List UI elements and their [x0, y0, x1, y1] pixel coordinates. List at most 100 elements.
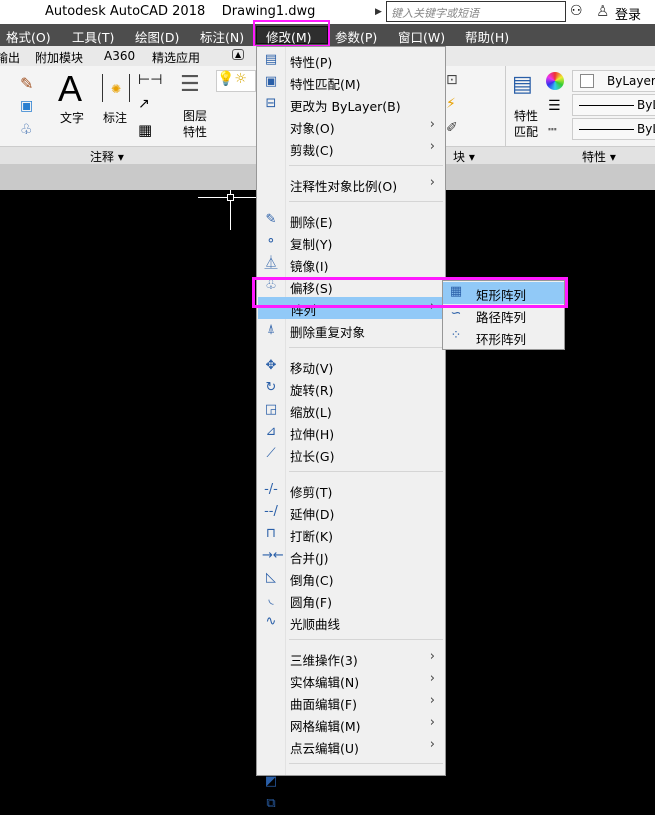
chevron-right-icon: ›	[429, 175, 435, 190]
dimension-label[interactable]: 标注	[103, 109, 127, 126]
menu-item[interactable]: ⊿ 拉伸(H)	[257, 421, 445, 443]
menu-item[interactable]: 曲面编辑(F) ›	[257, 691, 445, 713]
menu-item[interactable]: ⍋ 删除重复对象	[257, 319, 445, 341]
offset-icon[interactable]: ♧	[20, 122, 33, 138]
menu-item[interactable]: ✥ 移动(V)	[257, 355, 445, 377]
text-icon[interactable]: A	[58, 68, 82, 110]
menu-item[interactable]: -/- 修剪(T)	[257, 479, 445, 501]
tab-output[interactable]: 输出	[0, 49, 20, 66]
menu-item[interactable]: ◲ 缩放(L)	[257, 399, 445, 421]
menu-item[interactable]: ▤ 特性(P)	[257, 49, 445, 71]
linetype-dropdown[interactable]: ByL	[572, 118, 655, 140]
menu-item[interactable]: ✎ 删除(E)	[257, 209, 445, 231]
layer-dropdown[interactable]: 💡☼	[216, 70, 256, 92]
edit-block-icon[interactable]: ⚡	[446, 96, 456, 112]
menu-item[interactable]: 注释性对象比例(O) ›	[257, 173, 445, 195]
menu-separator	[289, 347, 443, 348]
menu-item[interactable]: ⟋ 拉长(G)	[257, 443, 445, 465]
menu-item-label: 更改为 ByLayer(B)	[290, 99, 401, 114]
attribute-icon[interactable]: ✐	[446, 120, 458, 136]
submenu-item[interactable]: ⁘ 环形阵列	[443, 326, 564, 348]
menu-item-label: 网格编辑(M)	[290, 719, 361, 734]
menu-item-label: 打断(K)	[290, 529, 333, 544]
lineweight-dropdown[interactable]: ByL	[572, 94, 655, 116]
menu-item[interactable]: 网格编辑(M) ›	[257, 713, 445, 735]
bylayer-icon: ⊟	[265, 96, 277, 111]
menu-item[interactable]: 实体编辑(N) ›	[257, 669, 445, 691]
extend-icon: --/	[264, 504, 278, 519]
fillet-icon: ◟	[268, 592, 274, 607]
menu-2[interactable]: 绘图(D)	[135, 27, 179, 46]
menu-item[interactable]: ⊟ 更改为 ByLayer(B)	[257, 93, 445, 115]
layer-properties-label[interactable]: 图层 特性	[183, 108, 207, 140]
menu-item[interactable]: ⊓ 打断(K)	[257, 523, 445, 545]
menu-item-label: 点云编辑(U)	[290, 741, 359, 756]
match-properties-icon[interactable]: ▤	[512, 72, 533, 97]
path-array-icon: ∽	[450, 306, 462, 321]
lineweight-icon[interactable]: ☰	[548, 98, 561, 114]
binoculars-icon[interactable]: ⚇	[570, 3, 583, 19]
menu-item[interactable]: ⚬ 复制(Y)	[257, 231, 445, 253]
menu-item-label: 旋转(R)	[290, 383, 334, 398]
menu-7[interactable]: 帮助(H)	[465, 27, 509, 46]
match-properties-label[interactable]: 特性 匹配	[514, 108, 538, 140]
properties-panel-label[interactable]: 特性 ▾	[582, 148, 616, 165]
menu-item[interactable]: 剪裁(C) ›	[257, 137, 445, 159]
menu-item[interactable]: 点云编辑(U) ›	[257, 735, 445, 757]
block-panel-label[interactable]: 块 ▾	[453, 148, 475, 165]
menu-3[interactable]: 标注(N)	[200, 27, 244, 46]
menu-item[interactable]: ◺ 倒角(C)	[257, 567, 445, 589]
menu-item-label: 缩放(L)	[290, 405, 332, 420]
menu-item[interactable]: ⧉ 分解(X)	[257, 793, 445, 815]
menu-0[interactable]: 格式(O)	[6, 27, 51, 46]
color-swatch	[580, 74, 594, 88]
text-label[interactable]: 文字	[60, 109, 84, 126]
menu-item[interactable]: 三维操作(3) ›	[257, 647, 445, 669]
tab-featured-apps[interactable]: 精选应用	[152, 49, 200, 66]
menu-item-label: 对象(O)	[290, 121, 335, 136]
expand-arrow-icon[interactable]: ▶	[375, 4, 385, 20]
color-wheel-icon[interactable]	[546, 72, 564, 90]
login-link[interactable]: 登录	[615, 4, 641, 23]
linetype-value: ByL	[637, 122, 655, 136]
rotate-icon: ↻	[265, 380, 277, 395]
submenu-item-label: 环形阵列	[476, 332, 527, 347]
table-icon[interactable]: ▦	[138, 121, 152, 139]
menu-item[interactable]: 对象(O) ›	[257, 115, 445, 137]
menu-item[interactable]: ↻ 旋转(R)	[257, 377, 445, 399]
match-brush-icon[interactable]: ✎	[20, 74, 33, 93]
menu-item-label: 拉伸(H)	[290, 427, 335, 442]
menu-item-label: 特性匹配(M)	[290, 77, 361, 92]
3d-box-icon[interactable]: ▣	[20, 98, 33, 114]
dimension-icon[interactable]: ✺	[102, 74, 130, 102]
tab-a360[interactable]: A360	[104, 49, 135, 63]
linetype-icon[interactable]: ┅	[548, 122, 556, 138]
ribbon-toggle-icon[interactable]: ▲	[232, 49, 245, 60]
menu-item-label: 更改空间(S)	[290, 777, 358, 792]
menu-item[interactable]: --/ 延伸(D)	[257, 501, 445, 523]
menu-item[interactable]: ◟ 圆角(F)	[257, 589, 445, 611]
menu-item-label: 光顺曲线	[290, 617, 341, 632]
layer-properties-icon[interactable]: ☰	[180, 72, 200, 97]
menu-6[interactable]: 窗口(W)	[398, 27, 445, 46]
menu-separator	[289, 165, 443, 166]
menu-item[interactable]: ⏅ 镜像(I)	[257, 253, 445, 275]
menu-item[interactable]: ▣ 特性匹配(M)	[257, 71, 445, 93]
crosshair-pickbox	[227, 194, 234, 201]
menu-item-label: 特性(P)	[290, 55, 333, 70]
linear-dim-icon[interactable]: ⊢⊣	[138, 72, 162, 88]
tab-addins[interactable]: 附加模块	[35, 49, 83, 66]
menu-item-label: 实体编辑(N)	[290, 675, 360, 690]
annotation-panel-label[interactable]: 注释 ▾	[90, 148, 124, 165]
window-title: Autodesk AutoCAD 2018 Drawing1.dwg	[45, 4, 316, 19]
menu-1[interactable]: 工具(T)	[72, 27, 114, 46]
chevron-right-icon: ›	[429, 737, 435, 752]
create-block-icon[interactable]: ⊡	[446, 72, 458, 88]
menu-item[interactable]: ◩ 更改空间(S)	[257, 771, 445, 793]
search-input[interactable]: 键入关键字或短语	[386, 1, 566, 22]
menu-item[interactable]: ∿ 光顺曲线	[257, 611, 445, 633]
menu-item[interactable]: →← 合并(J)	[257, 545, 445, 567]
user-icon[interactable]: ♙	[596, 2, 609, 20]
menu-5[interactable]: 参数(P)	[335, 27, 377, 46]
leader-icon[interactable]: ↗	[138, 96, 150, 112]
